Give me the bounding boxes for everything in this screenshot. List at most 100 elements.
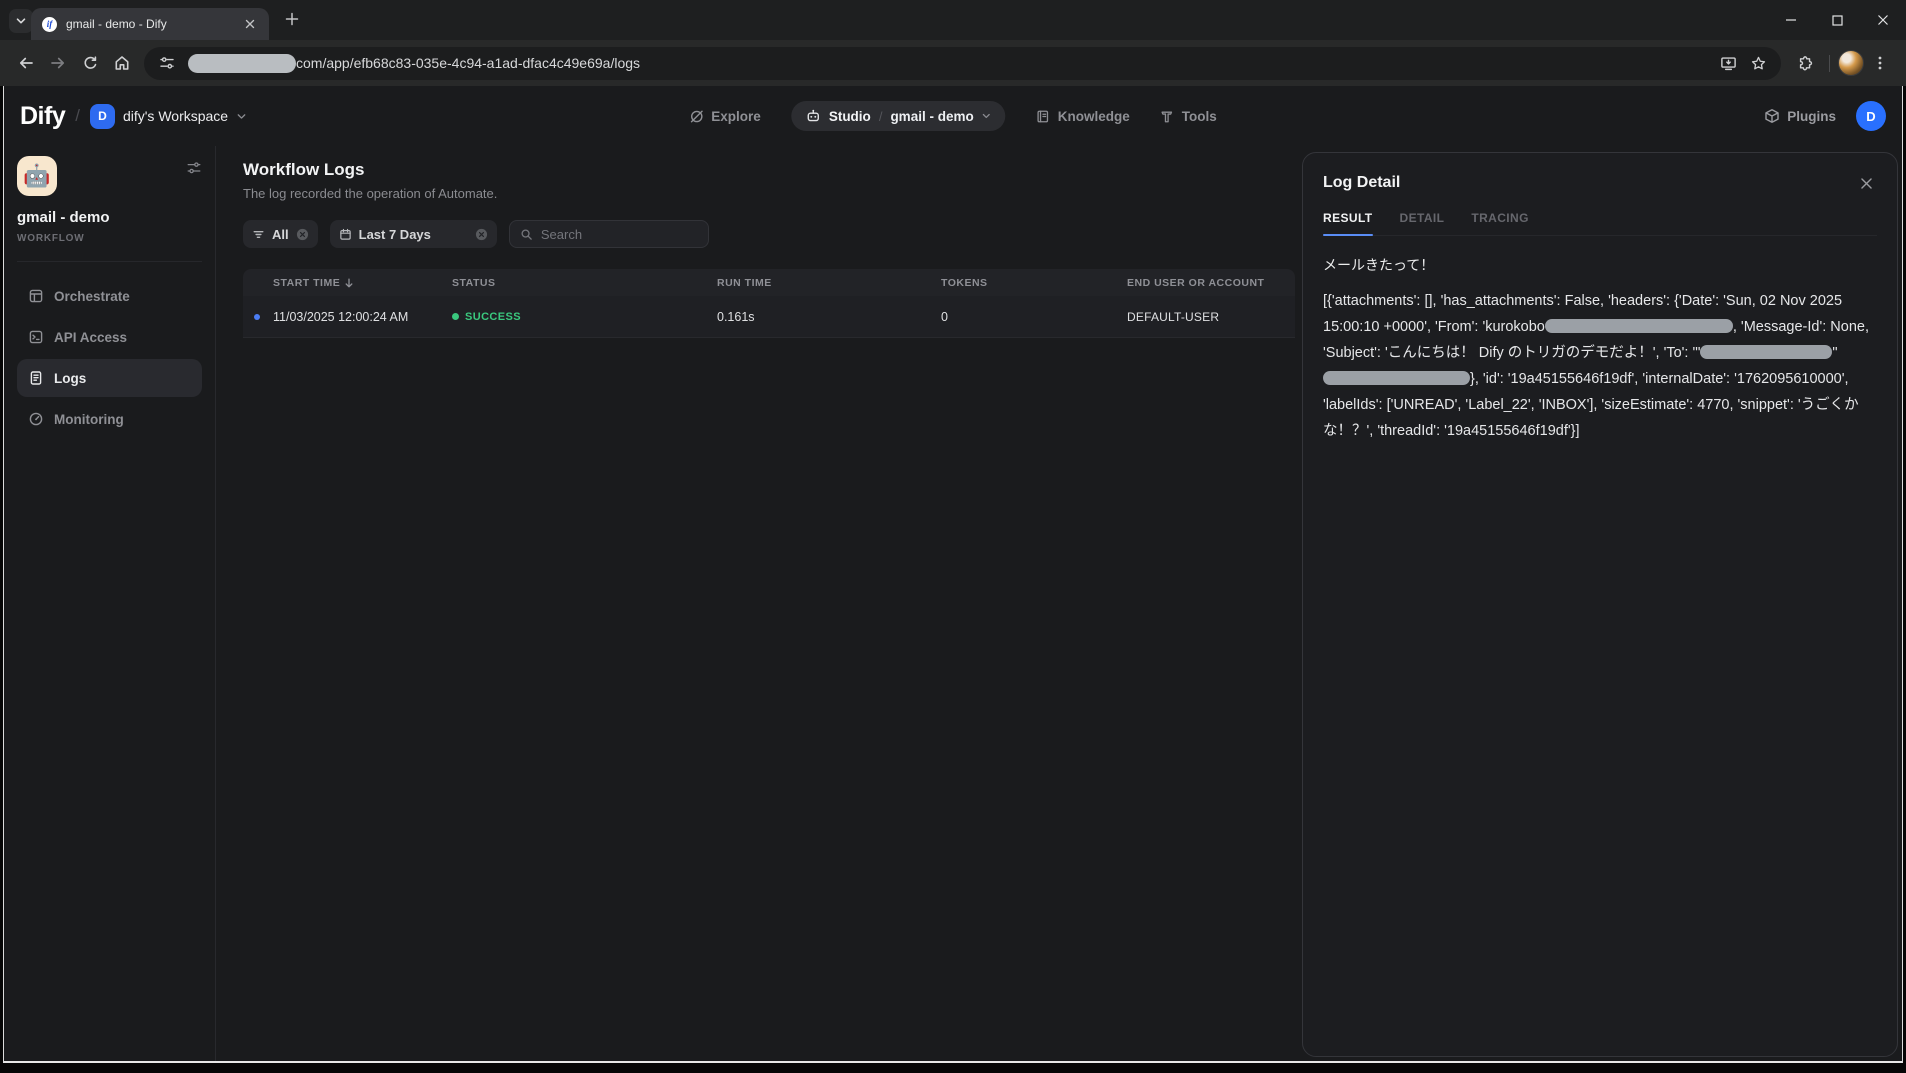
toolbar-separator bbox=[1829, 55, 1830, 72]
window-close-button[interactable] bbox=[1860, 0, 1906, 40]
tools-icon bbox=[1160, 109, 1175, 124]
date-range-filter[interactable]: Last 7 Days bbox=[330, 220, 497, 248]
sort-desc-icon bbox=[344, 278, 354, 288]
sidebar: 🤖 gmail - demo WORKFLOW Orchestrate API … bbox=[4, 146, 216, 1061]
chevron-down-icon bbox=[982, 111, 992, 121]
studio-current-app: gmail - demo bbox=[890, 109, 973, 124]
extensions-icon[interactable] bbox=[1789, 47, 1821, 79]
app-settings-icon[interactable] bbox=[186, 160, 202, 176]
page-content: Dify / D dify's Workspace Explore Studio… bbox=[3, 86, 1903, 1063]
plugins-icon bbox=[1764, 108, 1780, 124]
log-detail-title: Log Detail bbox=[1323, 174, 1400, 192]
cell-start-time: 11/03/2025 12:00:24 AM bbox=[273, 310, 408, 324]
nav-knowledge[interactable]: Knowledge bbox=[1036, 109, 1130, 124]
cell-run-time: 0.161s bbox=[717, 310, 941, 324]
status-filter[interactable]: All bbox=[243, 220, 318, 248]
reload-icon[interactable] bbox=[74, 47, 106, 79]
sidebar-app-type: WORKFLOW bbox=[17, 233, 202, 244]
tab-search-button[interactable] bbox=[9, 9, 33, 33]
sidebar-item-logs[interactable]: Logs bbox=[17, 359, 202, 397]
user-avatar[interactable]: D bbox=[1856, 101, 1886, 131]
search-input[interactable] bbox=[541, 227, 698, 242]
browser-tab-strip: if gmail - demo - Dify bbox=[0, 0, 1906, 40]
column-header-status: STATUS bbox=[452, 277, 717, 289]
clear-date-filter-icon[interactable] bbox=[475, 228, 488, 241]
result-message: メールきたって！ bbox=[1323, 255, 1877, 275]
column-header-run-time: RUN TIME bbox=[717, 277, 941, 289]
browser-toolbar: com/app/efb68c83-035e-4c94-a1ad-dfac4c49… bbox=[0, 40, 1906, 86]
back-icon[interactable] bbox=[10, 47, 42, 79]
workspace-badge: D bbox=[90, 104, 115, 129]
cell-end-user: DEFAULT-USER bbox=[1127, 310, 1295, 324]
redaction-blob bbox=[1323, 371, 1470, 385]
browser-menu-icon[interactable] bbox=[1864, 47, 1896, 79]
monitoring-icon bbox=[28, 411, 44, 427]
nav-plugins[interactable]: Plugins bbox=[1764, 108, 1836, 124]
result-text-segment: " bbox=[1832, 345, 1837, 361]
redaction-blob bbox=[1700, 345, 1832, 359]
chevron-down-icon bbox=[236, 111, 247, 122]
studio-robot-icon bbox=[805, 108, 821, 124]
browser-tab[interactable]: if gmail - demo - Dify bbox=[31, 8, 269, 40]
new-tab-button[interactable] bbox=[284, 11, 300, 27]
column-header-end-user: END USER OR ACCOUNT bbox=[1127, 277, 1295, 289]
sidebar-app-name: gmail - demo bbox=[17, 209, 202, 226]
search-box bbox=[509, 220, 709, 248]
cell-tokens: 0 bbox=[941, 310, 1127, 324]
main-nav: Explore Studio / gmail - demo Knowledge … bbox=[689, 101, 1216, 131]
breadcrumb-slash: / bbox=[75, 106, 80, 126]
filter-icon bbox=[252, 228, 265, 241]
bookmark-star-icon[interactable] bbox=[1743, 48, 1773, 78]
success-dot-icon bbox=[452, 313, 459, 320]
dify-logo[interactable]: Dify bbox=[20, 102, 65, 131]
column-header-tokens: TOKENS bbox=[941, 277, 1127, 289]
url-text: com/app/efb68c83-035e-4c94-a1ad-dfac4c49… bbox=[296, 55, 1713, 71]
tab-close-icon[interactable] bbox=[241, 15, 259, 33]
nav-tools[interactable]: Tools bbox=[1160, 109, 1217, 124]
redacted-url-prefix bbox=[188, 54, 296, 73]
logs-table: START TIME STATUS RUN TIME TOKENS END US… bbox=[243, 269, 1295, 338]
install-icon[interactable] bbox=[1713, 48, 1743, 78]
tab-tracing[interactable]: TRACING bbox=[1471, 211, 1528, 235]
nav-studio[interactable]: Studio / gmail - demo bbox=[791, 101, 1006, 131]
search-icon bbox=[520, 228, 533, 241]
explore-icon bbox=[689, 109, 704, 124]
workspace-name: dify's Workspace bbox=[123, 108, 228, 124]
run-status-dot bbox=[254, 314, 260, 320]
chevron-down-icon bbox=[15, 15, 27, 27]
sidebar-item-monitoring[interactable]: Monitoring bbox=[17, 400, 202, 438]
close-icon[interactable] bbox=[1855, 172, 1877, 194]
window-minimize-button[interactable] bbox=[1768, 0, 1814, 40]
knowledge-icon bbox=[1036, 109, 1051, 124]
window-maximize-button[interactable] bbox=[1814, 0, 1860, 40]
sidebar-item-orchestrate[interactable]: Orchestrate bbox=[17, 277, 202, 315]
result-text: [{'attachments': [], 'has_attachments': … bbox=[1323, 288, 1871, 444]
calendar-icon bbox=[339, 228, 352, 241]
dify-favicon-icon: if bbox=[42, 17, 57, 32]
logs-table-header: START TIME STATUS RUN TIME TOKENS END US… bbox=[243, 269, 1295, 296]
browser-profile-avatar[interactable] bbox=[1838, 50, 1864, 76]
logs-icon bbox=[28, 370, 44, 386]
orchestrate-icon bbox=[28, 288, 44, 304]
column-header-start-time[interactable]: START TIME bbox=[243, 277, 452, 289]
forward-icon[interactable] bbox=[42, 47, 74, 79]
url-bar[interactable]: com/app/efb68c83-035e-4c94-a1ad-dfac4c49… bbox=[144, 47, 1781, 80]
home-icon[interactable] bbox=[106, 47, 138, 79]
api-access-icon bbox=[28, 329, 44, 345]
clear-status-filter-icon[interactable] bbox=[296, 228, 309, 241]
log-detail-tabs: RESULT DETAIL TRACING bbox=[1323, 211, 1877, 236]
tab-detail[interactable]: DETAIL bbox=[1400, 211, 1445, 235]
tab-title: gmail - demo - Dify bbox=[66, 17, 232, 31]
nav-explore[interactable]: Explore bbox=[689, 109, 761, 124]
log-table-row[interactable]: 11/03/2025 12:00:24 AM SUCCESS 0.161s 0 … bbox=[243, 296, 1295, 338]
tab-result[interactable]: RESULT bbox=[1323, 211, 1373, 235]
site-info-icon[interactable] bbox=[156, 48, 178, 78]
app-icon: 🤖 bbox=[17, 156, 57, 196]
sidebar-item-api-access[interactable]: API Access bbox=[17, 318, 202, 356]
redaction-blob bbox=[1545, 319, 1733, 333]
workspace-selector[interactable]: D dify's Workspace bbox=[90, 104, 247, 129]
app-header: Dify / D dify's Workspace Explore Studio… bbox=[4, 86, 1902, 146]
log-detail-panel: Log Detail RESULT DETAIL TRACING メールきたって… bbox=[1302, 152, 1898, 1057]
sidebar-divider bbox=[17, 261, 202, 262]
plus-icon bbox=[284, 11, 300, 27]
